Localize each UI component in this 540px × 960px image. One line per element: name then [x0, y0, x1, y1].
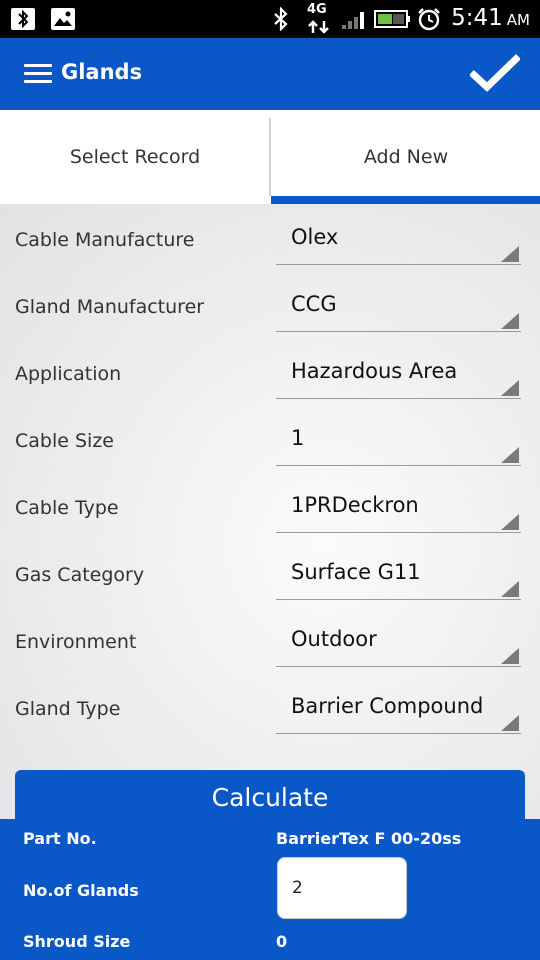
gland-manufacturer-value: CCG	[291, 292, 337, 316]
dropdown-arrow-icon	[501, 447, 519, 463]
application-spinner[interactable]: Hazardous Area	[276, 345, 521, 399]
clock: 5:41 AM	[451, 5, 530, 31]
glands-count-input[interactable]	[277, 857, 407, 919]
dropdown-arrow-icon	[501, 715, 519, 731]
cable-size-label: Cable Size	[15, 430, 114, 452]
signal-icon	[342, 12, 364, 29]
tab-select-record[interactable]: Select Record	[0, 110, 270, 204]
bluetooth-icon	[11, 8, 35, 30]
dropdown-arrow-icon	[501, 380, 519, 396]
form-row-gland-manufacturer: Gland Manufacturer CCG	[0, 272, 540, 339]
form-row-cable-size: Cable Size 1	[0, 406, 540, 473]
dropdown-arrow-icon	[501, 581, 519, 597]
application-label: Application	[15, 363, 122, 385]
shroud-size-label: Shroud Size	[23, 932, 131, 951]
tab-selected-indicator	[271, 196, 540, 204]
gland-form: Cable Manufacture Olex Gland Manufacture…	[0, 204, 540, 824]
cable-type-spinner[interactable]: 1PRDeckron	[276, 479, 521, 533]
cable-type-value: 1PRDeckron	[291, 493, 419, 517]
results-panel: Part No. BarrierTex F 00-20ss No.of Glan…	[0, 819, 540, 960]
environment-value: Outdoor	[291, 627, 377, 651]
shroud-size-value: 0	[276, 932, 288, 951]
gland-manufacturer-label: Gland Manufacturer	[15, 296, 205, 318]
gland-type-spinner[interactable]: Barrier Compound	[276, 680, 521, 734]
dropdown-arrow-icon	[501, 514, 519, 530]
bluetooth-icon	[274, 7, 288, 31]
clock-time: 5:41	[451, 5, 503, 31]
network-4g-icon: 4G	[306, 2, 332, 36]
alarm-icon	[418, 8, 440, 31]
hamburger-menu-icon[interactable]	[24, 64, 52, 84]
cable-type-label: Cable Type	[15, 497, 119, 519]
clock-ampm: AM	[506, 11, 530, 29]
app-bar: Glands	[0, 38, 540, 110]
page-title: Glands	[61, 60, 143, 84]
environment-spinner[interactable]: Outdoor	[276, 613, 521, 667]
cable-manufacture-value: Olex	[291, 225, 339, 249]
cable-size-spinner[interactable]: 1	[276, 412, 521, 466]
application-value: Hazardous Area	[291, 359, 458, 383]
gas-category-spinner[interactable]: Surface G11	[276, 546, 521, 600]
environment-label: Environment	[15, 631, 137, 653]
form-row-gas-category: Gas Category Surface G11	[0, 540, 540, 607]
tab-add-new[interactable]: Add New	[271, 110, 540, 204]
cable-manufacture-label: Cable Manufacture	[15, 229, 195, 251]
gland-manufacturer-spinner[interactable]: CCG	[276, 278, 521, 332]
glands-count-label: No.of Glands	[23, 881, 139, 900]
tab-bar: Select Record Add New	[0, 110, 540, 204]
form-row-environment: Environment Outdoor	[0, 607, 540, 674]
form-row-cable-manufacture: Cable Manufacture Olex	[0, 205, 540, 272]
battery-icon	[374, 10, 410, 28]
dropdown-arrow-icon	[501, 246, 519, 262]
status-bar: 4G 5:41 AM	[0, 0, 540, 38]
cable-manufacture-spinner[interactable]: Olex	[276, 211, 521, 265]
part-no-label: Part No.	[23, 829, 97, 848]
form-row-gland-type: Gland Type Barrier Compound	[0, 674, 540, 741]
gland-type-label: Gland Type	[15, 698, 121, 720]
checkmark-icon[interactable]	[470, 54, 520, 94]
form-row-application: Application Hazardous Area	[0, 339, 540, 406]
dropdown-arrow-icon	[501, 648, 519, 664]
image-icon	[51, 8, 75, 30]
dropdown-arrow-icon	[501, 313, 519, 329]
cable-size-value: 1	[291, 426, 305, 450]
gland-type-value: Barrier Compound	[291, 694, 484, 718]
part-no-value: BarrierTex F 00-20ss	[276, 829, 462, 848]
form-row-cable-type: Cable Type 1PRDeckron	[0, 473, 540, 540]
gas-category-label: Gas Category	[15, 564, 145, 586]
gas-category-value: Surface G11	[291, 560, 421, 584]
